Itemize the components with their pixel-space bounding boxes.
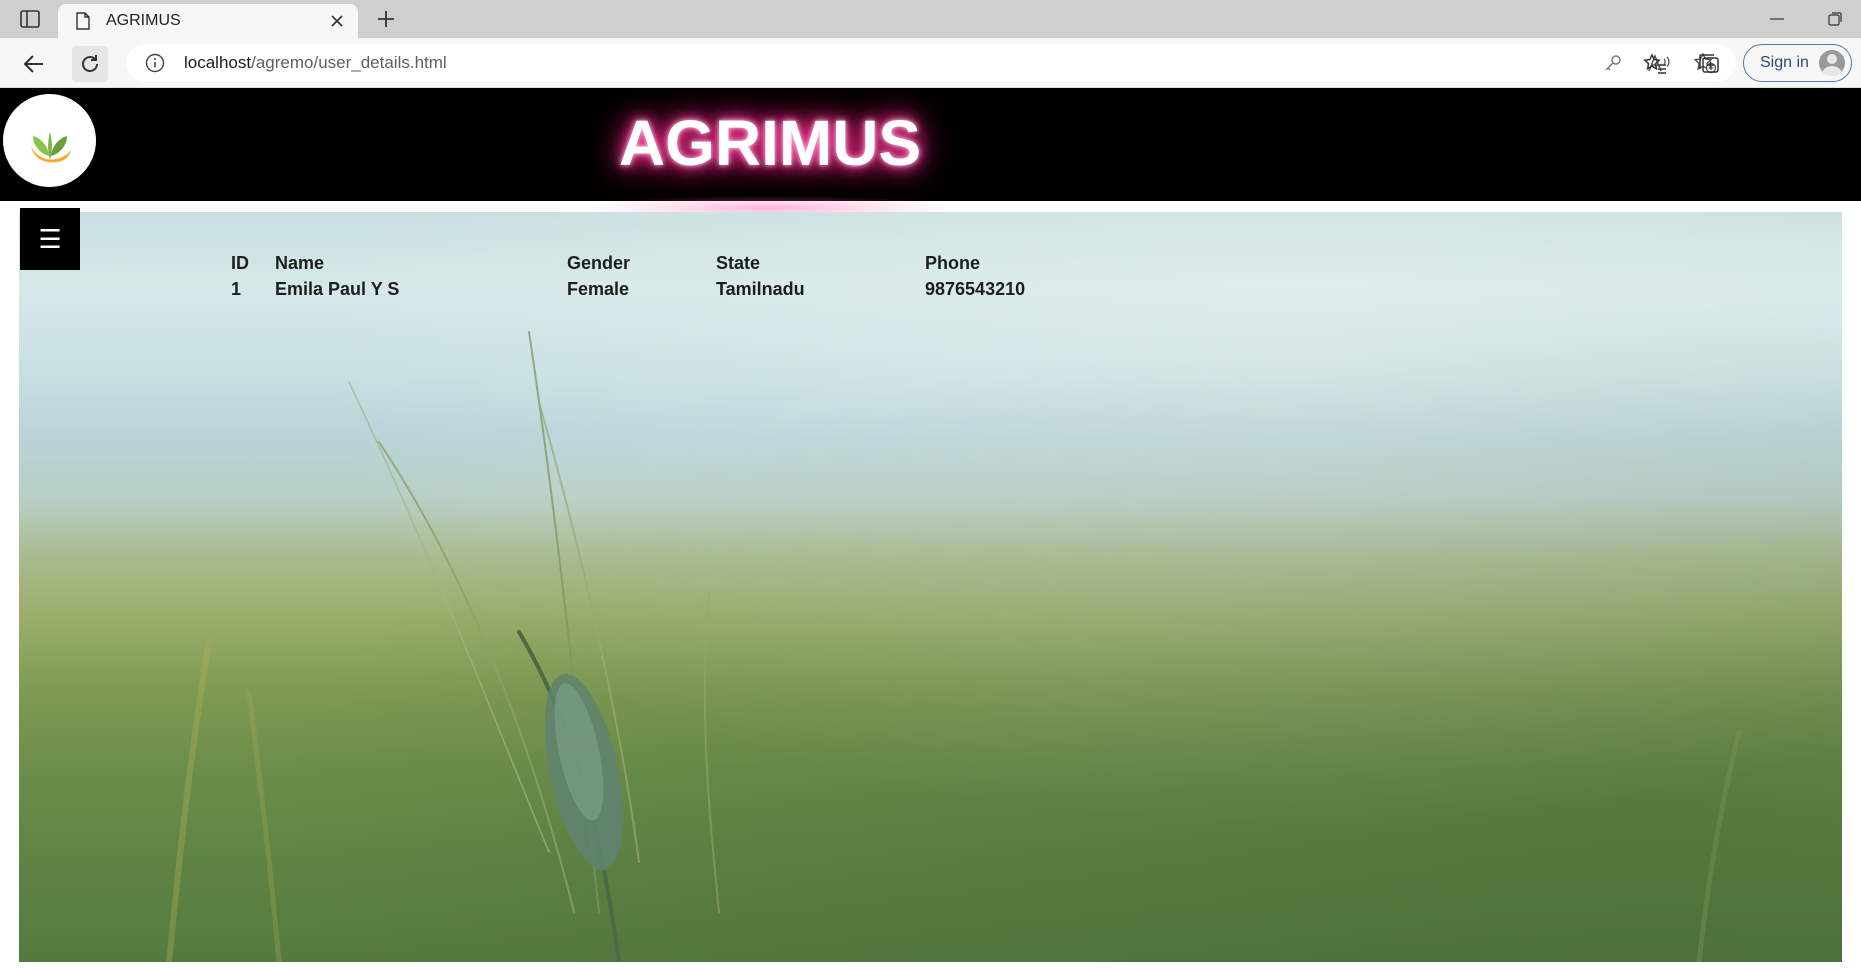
site-header: AGRIMUS: [0, 88, 1861, 220]
restore-icon[interactable]: [1818, 4, 1852, 34]
close-icon[interactable]: [322, 6, 352, 36]
cell-gender: Female: [567, 278, 630, 299]
cell-phone: 9876543210: [925, 278, 1026, 299]
wheat-stalks-illustration: [166, 331, 1742, 962]
url-path: /agremo/user_details.html: [251, 53, 447, 72]
page-icon: [74, 11, 92, 31]
users-table: ID Name Gender State Phone 1 Emila Paul …: [227, 250, 1061, 302]
browser-tab-bar: AGRIMUS: [0, 0, 1861, 38]
site-title: AGRIMUS: [618, 107, 922, 179]
leaf-logo-icon[interactable]: [3, 94, 96, 187]
tab-actions-icon[interactable]: [12, 6, 48, 32]
reload-icon[interactable]: [72, 46, 108, 82]
favorites-icon[interactable]: [1638, 48, 1672, 80]
header-id: ID: [231, 252, 249, 273]
table-header-row: ID Name Gender State Phone: [227, 250, 1061, 276]
header-phone: Phone: [925, 252, 981, 273]
url-text[interactable]: localhost/agremo/user_details.html: [184, 53, 1598, 73]
plus-icon[interactable]: [368, 4, 404, 34]
arrow-left-icon[interactable]: [16, 46, 52, 82]
browser-tab[interactable]: AGRIMUS: [58, 4, 358, 38]
content-background: [19, 212, 1842, 962]
cell-name: Emila Paul Y S: [275, 278, 400, 299]
header-name: Name: [275, 252, 325, 273]
menu-toggle-button[interactable]: ☰: [20, 208, 80, 270]
cell-state: Tamilnadu: [716, 278, 805, 299]
minimize-icon[interactable]: [1760, 4, 1794, 34]
header-state: State: [716, 252, 761, 273]
collections-icon[interactable]: [1692, 48, 1726, 80]
sign-in-button[interactable]: Sign in: [1743, 44, 1852, 82]
cell-id: 1: [231, 278, 242, 299]
browser-toolbar: localhost/agremo/user_details.html Sign …: [0, 38, 1861, 88]
header-gender: Gender: [567, 252, 631, 273]
tab-title: AGRIMUS: [106, 12, 181, 29]
page-viewport: AGRIMUS ☰ ID Name Gender State Phone 1 E…: [0, 88, 1861, 969]
address-bar[interactable]: localhost/agremo/user_details.html: [126, 44, 1736, 82]
sign-in-label: Sign in: [1760, 54, 1809, 71]
avatar: [1818, 50, 1845, 76]
key-icon[interactable]: [1598, 48, 1628, 78]
table-row: 1 Emila Paul Y S Female Tamilnadu 987654…: [227, 276, 1061, 302]
info-icon[interactable]: [144, 52, 166, 74]
url-host: localhost: [184, 53, 252, 72]
